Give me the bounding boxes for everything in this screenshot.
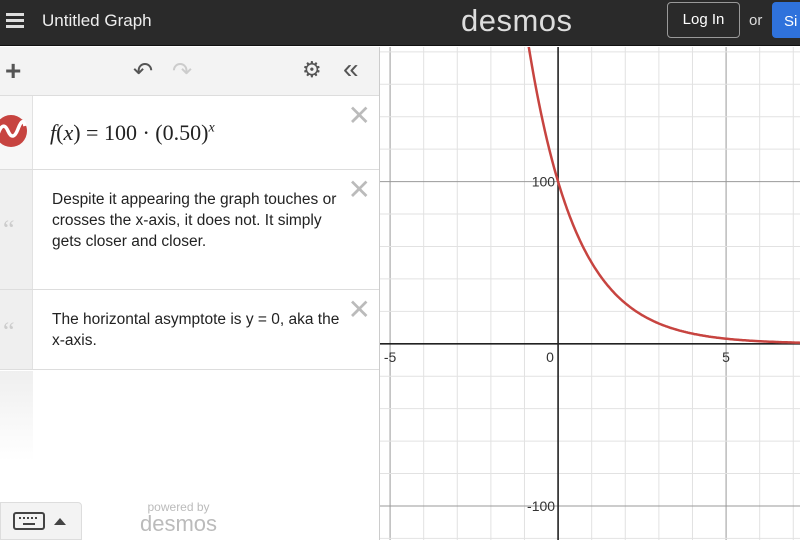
expression-row-1[interactable]: f(x) = 100 · (0.50)x ✕ xyxy=(0,96,379,170)
graph-color-icon[interactable] xyxy=(0,114,28,148)
plus-icon[interactable]: + xyxy=(5,55,21,87)
delete-note-icon[interactable]: ✕ xyxy=(348,296,371,324)
quote-icon: “ xyxy=(3,317,15,346)
hamburger-menu-icon[interactable] xyxy=(6,13,24,29)
note-text[interactable]: Despite it appearing the graph touches o… xyxy=(52,189,342,252)
x-tick-label: 5 xyxy=(722,349,730,365)
expression-panel: + ↶ ↷ ⚙ « f(x) = 100 · (0.50)x ✕ “ Despi… xyxy=(0,47,380,540)
expression-toolbar: + ↶ ↷ ⚙ « xyxy=(0,47,379,96)
keyboard-icon xyxy=(13,512,66,530)
note-text[interactable]: The horizontal asymptote is y = 0, aka t… xyxy=(52,309,342,351)
keyboard-toggle-button[interactable] xyxy=(0,502,82,540)
collapse-panel-icon[interactable]: « xyxy=(343,53,359,85)
graph-title[interactable]: Untitled Graph xyxy=(42,11,152,31)
or-text: or xyxy=(749,12,763,29)
delete-note-icon[interactable]: ✕ xyxy=(348,176,371,204)
gear-icon[interactable]: ⚙ xyxy=(302,57,322,83)
powered-by-desmos: powered by desmos xyxy=(140,501,217,535)
undo-icon[interactable]: ↶ xyxy=(133,57,153,86)
x-tick-label: 0 xyxy=(546,349,554,365)
graph-background xyxy=(380,47,800,540)
top-bar: Untitled Graph desmos Log In or Sign Up xyxy=(0,0,800,190)
y-tick-label: -100 xyxy=(527,498,555,514)
empty-row-gutter[interactable] xyxy=(0,371,33,461)
quote-icon: “ xyxy=(3,215,15,244)
signup-button[interactable]: Sign Up xyxy=(772,2,800,190)
note-row-2[interactable]: “ The horizontal asymptote is y = 0, aka… xyxy=(0,290,379,370)
note-row-1[interactable]: “ Despite it appearing the graph touches… xyxy=(0,170,379,290)
graph-canvas[interactable]: -5 0 5 100 -100 xyxy=(380,47,800,540)
expression-math[interactable]: f(x) = 100 · (0.50)x xyxy=(50,120,215,146)
x-tick-label: -5 xyxy=(384,349,397,365)
powered-by-brand: desmos xyxy=(140,511,218,536)
delete-expression-icon[interactable]: ✕ xyxy=(348,102,371,130)
desmos-logo: desmos xyxy=(461,3,573,38)
login-button[interactable]: Log In xyxy=(667,2,740,38)
redo-icon[interactable]: ↷ xyxy=(172,57,192,86)
y-tick-label: 100 xyxy=(532,174,556,190)
